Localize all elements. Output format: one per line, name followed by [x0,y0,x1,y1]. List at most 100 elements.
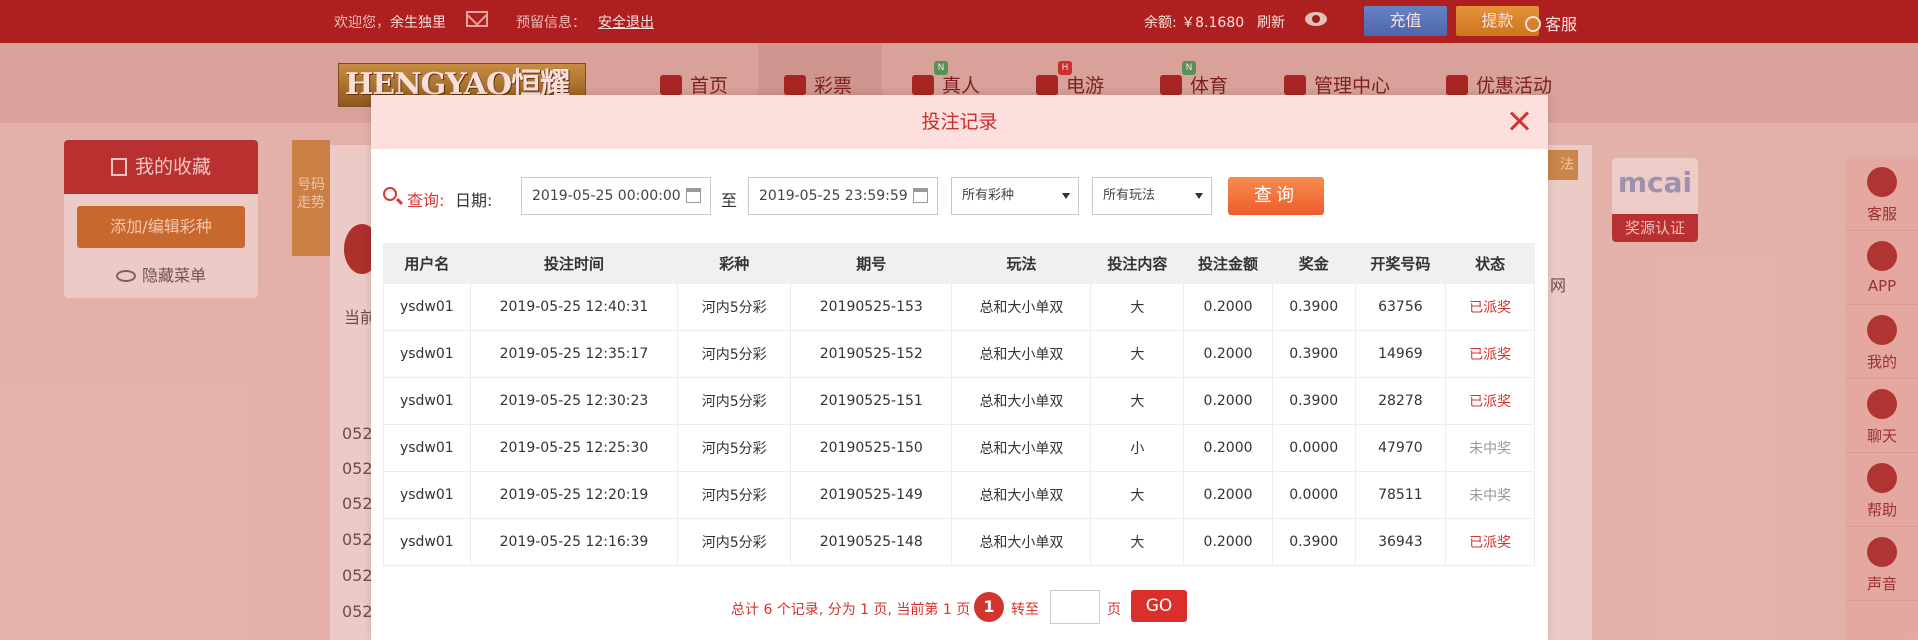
cell-prize: 0.3900 [1271,518,1356,566]
cell-draw-number: 47970 [1354,424,1447,472]
page-number-button[interactable]: 1 [974,592,1004,622]
start-date-input[interactable]: 2019-05-25 00:00:00 [521,177,711,215]
cell-prize: 0.0000 [1271,471,1356,519]
query-label: 查询: [407,191,445,210]
cell-bet-time: 2019-05-25 12:30:23 [469,377,679,425]
column-header: 奖金 [1271,243,1356,284]
cell-bet-time: 2019-05-25 12:40:31 [469,283,679,331]
cell-username: ysdw01 [383,518,471,566]
column-header: 期号 [790,243,953,284]
page-number-input[interactable] [1050,590,1100,624]
cell-lottery: 河内5分彩 [677,330,792,378]
table-header-row: 用户名 投注时间 彩种 期号 玩法 投注内容 投注金额 奖金 开奖号码 状态 [383,243,1535,284]
goto-label: 转至 [1011,602,1039,618]
cell-play: 总和大小单双 [951,377,1092,425]
close-icon[interactable] [1506,107,1534,135]
cell-amount: 0.2000 [1183,424,1273,472]
cell-status: 已派奖 [1445,377,1535,425]
column-header: 投注时间 [469,243,679,284]
cell-period: 20190525-148 [790,518,953,566]
page-unit-label: 页 [1107,602,1121,618]
search-icon [383,187,397,201]
cell-prize: 0.0000 [1271,424,1356,472]
table-row: ysdw01 2019-05-25 12:35:17 河内5分彩 2019052… [383,330,1535,378]
cell-status: 已派奖 [1445,518,1535,566]
lottery-type-select[interactable]: 所有彩种 [951,177,1079,215]
chevron-down-icon [1195,193,1203,199]
table-row: ysdw01 2019-05-25 12:20:19 河内5分彩 2019052… [383,471,1535,519]
cell-play: 总和大小单双 [951,424,1092,472]
table-row: ysdw01 2019-05-25 12:25:30 河内5分彩 2019052… [383,424,1535,472]
calendar-icon[interactable] [686,188,701,203]
go-button[interactable]: GO [1131,590,1187,622]
cell-period: 20190525-152 [790,330,953,378]
table-row: ysdw01 2019-05-25 12:40:31 河内5分彩 2019052… [383,283,1535,331]
cell-play: 总和大小单双 [951,330,1092,378]
column-header: 投注金额 [1183,243,1273,284]
cell-lottery: 河内5分彩 [677,471,792,519]
cell-status: 未中奖 [1445,471,1535,519]
cell-status: 已派奖 [1445,330,1535,378]
chevron-down-icon [1062,193,1070,199]
play-select-value: 所有玩法 [1103,188,1156,203]
end-date-input[interactable]: 2019-05-25 23:59:59 [748,177,938,215]
pagination-summary: 总计 6 个记录, 分为 1 页, 当前第 1 页 [731,602,971,618]
cell-period: 20190525-151 [790,377,953,425]
to-label: 至 [721,191,738,210]
cell-bet-time: 2019-05-25 12:35:17 [469,330,679,378]
cell-lottery: 河内5分彩 [677,283,792,331]
cell-period: 20190525-153 [790,283,953,331]
cell-prize: 0.3900 [1271,330,1356,378]
cell-amount: 0.2000 [1183,330,1273,378]
cell-status: 已派奖 [1445,283,1535,331]
cell-username: ysdw01 [383,330,471,378]
cell-draw-number: 28278 [1354,377,1447,425]
query-form: 查询: 日期: 2019-05-25 00:00:00 至 2019-05-25… [383,177,1533,217]
cell-content: 大 [1090,377,1185,425]
cell-lottery: 河内5分彩 [677,424,792,472]
cell-username: ysdw01 [383,377,471,425]
column-header: 状态 [1445,243,1535,284]
cell-play: 总和大小单双 [951,518,1092,566]
cell-username: ysdw01 [383,283,471,331]
column-header: 彩种 [677,243,792,284]
pagination: 总计 6 个记录, 分为 1 页, 当前第 1 页 1 转至 页 GO [371,590,1548,624]
cell-period: 20190525-150 [790,424,953,472]
bet-records-table: 用户名 投注时间 彩种 期号 玩法 投注内容 投注金额 奖金 开奖号码 状态 y… [383,243,1535,566]
cell-lottery: 河内5分彩 [677,377,792,425]
date-label: 日期: [455,191,493,210]
cell-draw-number: 36943 [1354,518,1447,566]
cell-draw-number: 14969 [1354,330,1447,378]
modal-title: 投注记录 [921,111,998,133]
column-header: 用户名 [383,243,471,284]
cell-username: ysdw01 [383,424,471,472]
cell-play: 总和大小单双 [951,471,1092,519]
cell-status: 未中奖 [1445,424,1535,472]
cell-amount: 0.2000 [1183,377,1273,425]
cell-content: 大 [1090,471,1185,519]
modal-header: 投注记录 [371,95,1548,149]
cell-content: 大 [1090,330,1185,378]
cell-bet-time: 2019-05-25 12:25:30 [469,424,679,472]
cell-period: 20190525-149 [790,471,953,519]
cell-play: 总和大小单双 [951,283,1092,331]
play-type-select[interactable]: 所有玩法 [1092,177,1212,215]
cell-prize: 0.3900 [1271,283,1356,331]
lottery-select-value: 所有彩种 [962,188,1015,203]
query-button[interactable]: 查询 [1228,177,1324,215]
cell-draw-number: 78511 [1354,471,1447,519]
cell-content: 大 [1090,283,1185,331]
cell-bet-time: 2019-05-25 12:20:19 [469,471,679,519]
cell-content: 大 [1090,518,1185,566]
table-row: ysdw01 2019-05-25 12:16:39 河内5分彩 2019052… [383,518,1535,566]
calendar-icon[interactable] [913,188,928,203]
cell-amount: 0.2000 [1183,471,1273,519]
cell-lottery: 河内5分彩 [677,518,792,566]
column-header: 玩法 [951,243,1092,284]
table-row: ysdw01 2019-05-25 12:30:23 河内5分彩 2019052… [383,377,1535,425]
cell-content: 小 [1090,424,1185,472]
cell-username: ysdw01 [383,471,471,519]
cell-amount: 0.2000 [1183,518,1273,566]
cell-draw-number: 63756 [1354,283,1447,331]
cell-amount: 0.2000 [1183,283,1273,331]
